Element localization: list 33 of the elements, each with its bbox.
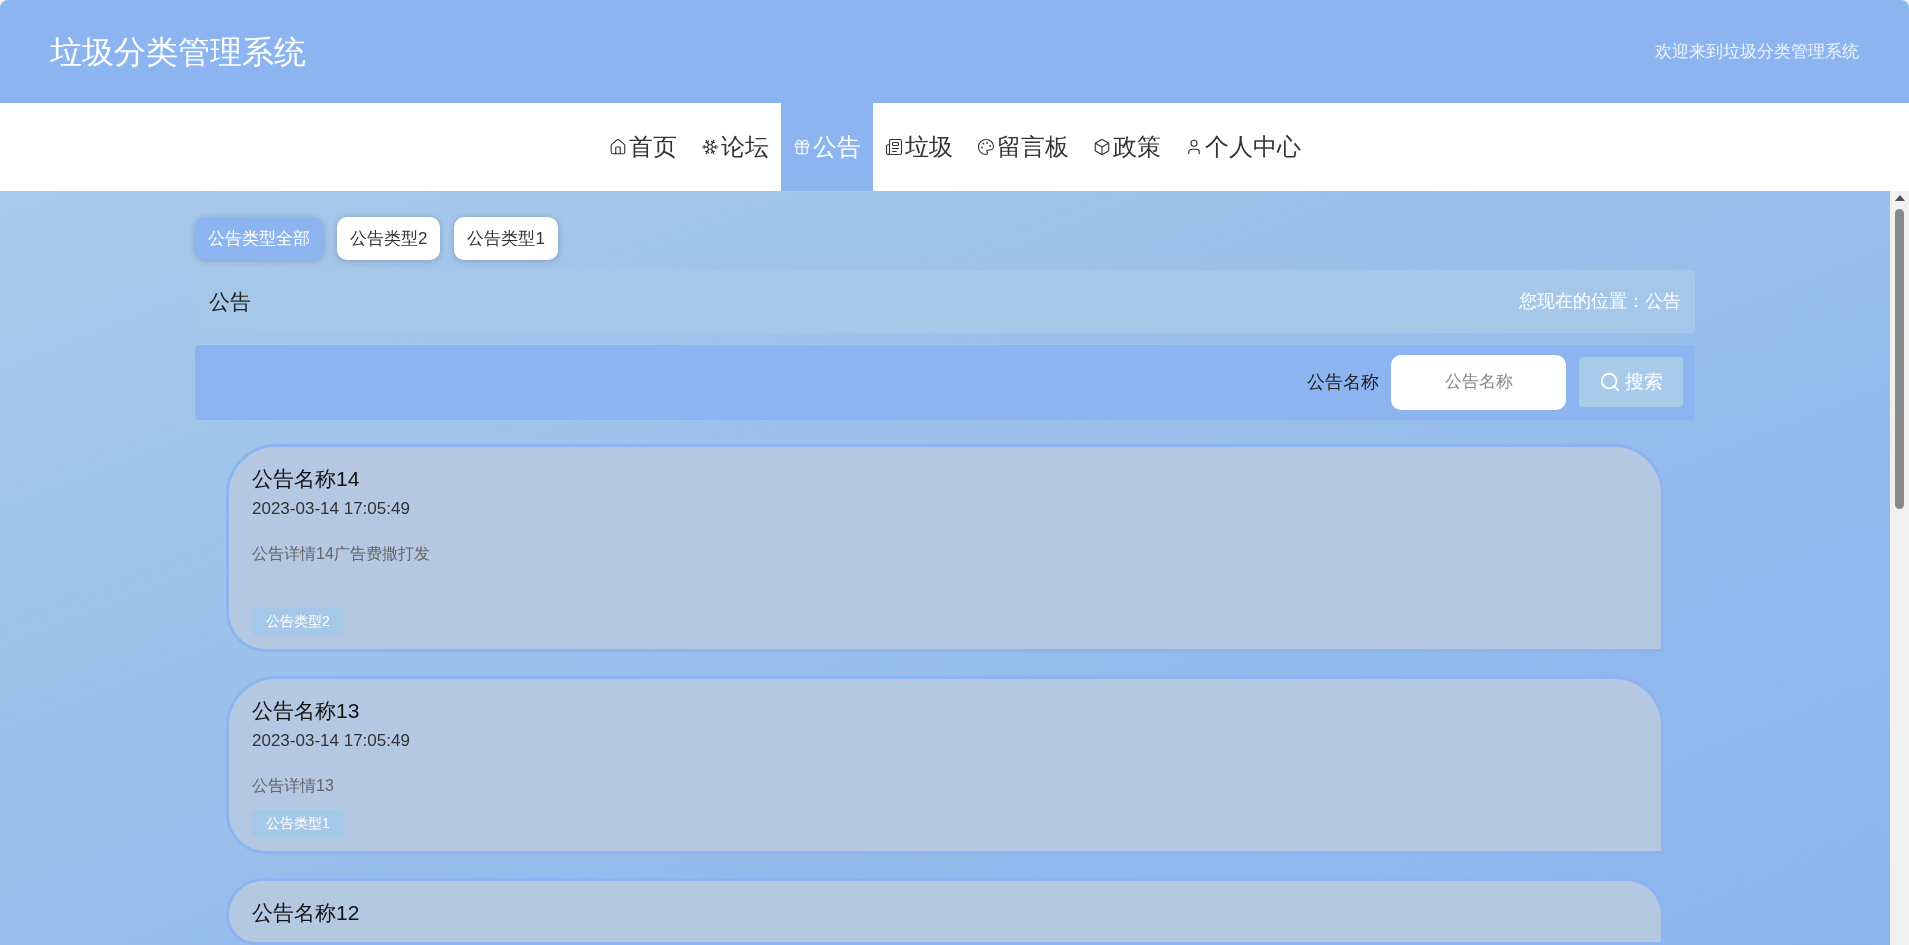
nav-tab[interactable]: 个人中心	[1172, 103, 1313, 191]
nav-tab[interactable]: 垃圾	[872, 103, 965, 191]
filter-chip[interactable]: 公告类型2	[337, 217, 441, 260]
notice-tag: 公告类型2	[252, 607, 344, 635]
site-title: 垃圾分类管理系统	[50, 32, 306, 72]
palette-icon	[976, 138, 995, 156]
notice-description: 公告详情13	[252, 775, 334, 796]
notice-title: 公告名称14	[252, 465, 360, 492]
nav-tab[interactable]: 首页	[596, 103, 689, 191]
gift-icon	[792, 138, 811, 156]
location-text: 您现在的位置：公告	[1519, 290, 1681, 314]
search-icon	[1599, 371, 1621, 394]
notice-description: 公告详情14广告费撒打发	[252, 543, 430, 564]
notice-title: 公告名称13	[252, 697, 360, 724]
cube-icon	[1092, 138, 1111, 156]
notice-tag: 公告类型1	[252, 809, 344, 837]
notice-card[interactable]: 公告名称13 2023-03-14 17:05:49 公告详情13 公告类型1	[226, 675, 1664, 854]
snowflake-icon	[700, 138, 719, 156]
page-title: 公告	[209, 288, 251, 315]
welcome-text: 欢迎来到垃圾分类管理系统	[1655, 40, 1859, 63]
notice-date: 2023-03-14 17:05:49	[252, 498, 410, 520]
nav-tab[interactable]: 政策	[1080, 103, 1173, 191]
scroll-up-icon	[1894, 195, 1905, 201]
notice-card[interactable]: 公告名称14 2023-03-14 17:05:49 公告详情14广告费撒打发 公告类型2	[226, 443, 1664, 652]
search-label: 公告名称	[1307, 370, 1379, 394]
filter-chip[interactable]: 公告类型1	[454, 217, 558, 260]
notice-date: 2023-03-14 17:05:49	[252, 730, 410, 752]
notice-title: 公告名称12	[252, 899, 360, 926]
nav-tab[interactable]: 论坛	[688, 103, 781, 191]
nav-tab[interactable]: 留言板	[964, 103, 1081, 191]
house-icon	[608, 138, 627, 156]
notice-card[interactable]: 公告名称12	[226, 877, 1664, 945]
search-field[interactable]: 公告名称	[1391, 354, 1566, 410]
